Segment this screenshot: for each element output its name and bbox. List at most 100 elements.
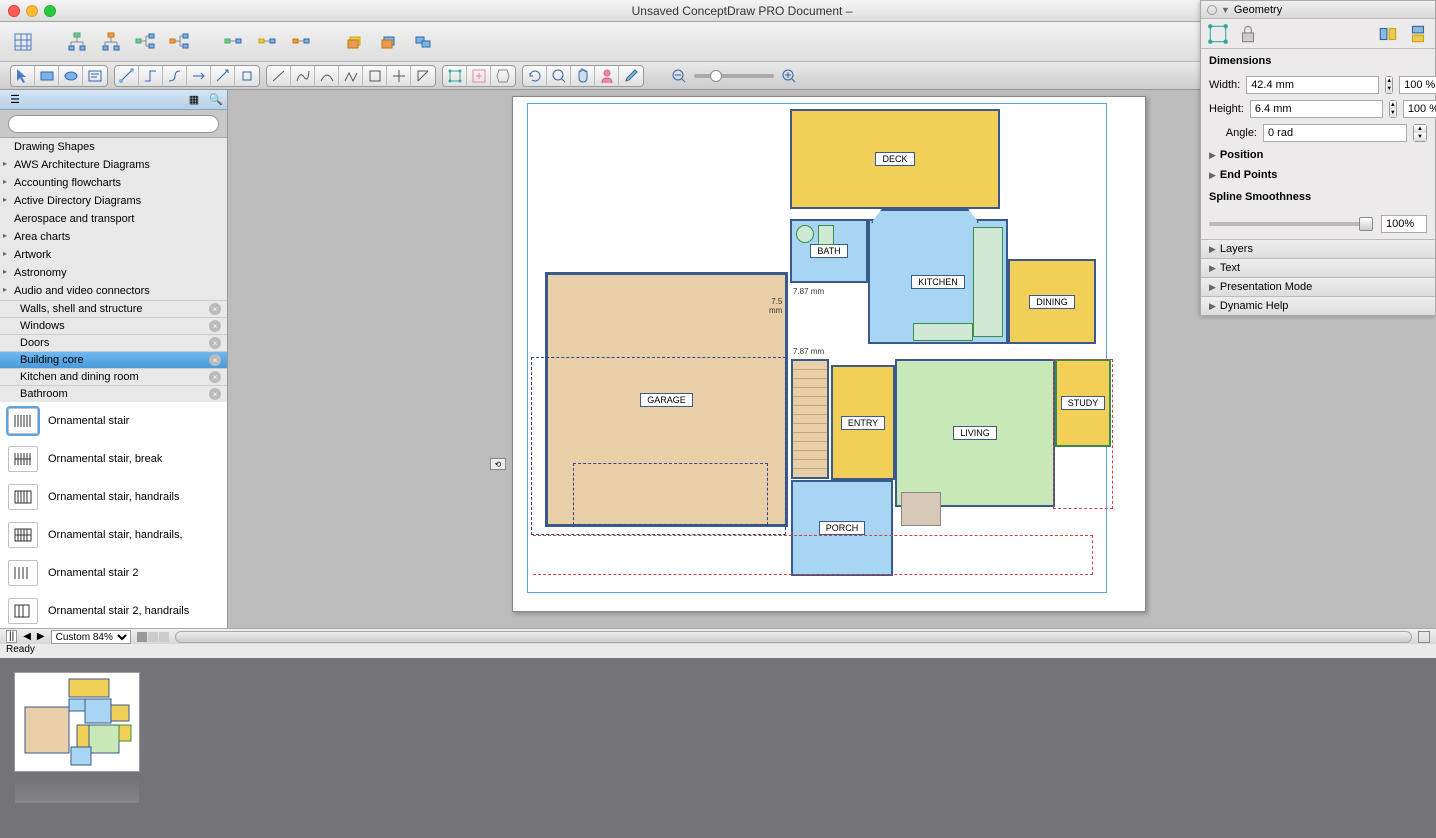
page-nav[interactable]: || bbox=[6, 630, 17, 643]
width-input[interactable] bbox=[1246, 76, 1379, 94]
category-item[interactable]: Active Directory Diagrams bbox=[0, 192, 227, 210]
tab-list-icon[interactable]: ☰ bbox=[4, 91, 26, 109]
line-4[interactable] bbox=[339, 66, 363, 86]
person-tool[interactable] bbox=[595, 66, 619, 86]
edit-1[interactable] bbox=[443, 66, 467, 86]
connector-1[interactable] bbox=[115, 66, 139, 86]
stencil-item[interactable]: Bathroom× bbox=[0, 385, 227, 402]
page-prev[interactable]: ◀ bbox=[23, 631, 31, 642]
footer-presentation[interactable]: ▶Presentation Mode bbox=[1201, 277, 1435, 296]
line-6[interactable] bbox=[387, 66, 411, 86]
footer-text[interactable]: ▶Text bbox=[1201, 258, 1435, 277]
connector-3[interactable] bbox=[163, 66, 187, 86]
hscrollbar[interactable] bbox=[175, 631, 1412, 643]
inspector-title[interactable]: ▼Geometry bbox=[1201, 1, 1435, 19]
room-deck[interactable]: DECK bbox=[790, 109, 1000, 209]
grid-button[interactable] bbox=[10, 29, 36, 55]
room-entry[interactable]: ENTRY bbox=[831, 365, 895, 480]
close-icon[interactable]: × bbox=[209, 303, 221, 315]
fit-button[interactable] bbox=[1418, 631, 1430, 643]
chain-button-2[interactable] bbox=[254, 29, 280, 55]
rect-tool[interactable] bbox=[35, 66, 59, 86]
category-item[interactable]: Astronomy bbox=[0, 264, 227, 282]
search-input[interactable] bbox=[8, 115, 219, 133]
page-handle[interactable]: ⟲ bbox=[490, 458, 506, 470]
text-tool[interactable] bbox=[83, 66, 107, 86]
zoom-tool[interactable] bbox=[547, 66, 571, 86]
tree-button-2[interactable] bbox=[98, 29, 124, 55]
tab-grid-icon[interactable]: ▦ bbox=[183, 91, 205, 109]
pin-icon[interactable] bbox=[1207, 5, 1217, 15]
bounds-icon[interactable] bbox=[1207, 23, 1229, 45]
view-mode-2[interactable] bbox=[148, 632, 158, 642]
minimize-icon[interactable] bbox=[26, 5, 38, 17]
zoom-select[interactable]: Custom 84% bbox=[51, 630, 131, 644]
layer-button-3[interactable] bbox=[410, 29, 436, 55]
category-item[interactable]: Drawing Shapes bbox=[0, 138, 227, 156]
edit-2[interactable] bbox=[467, 66, 491, 86]
view-mode-1[interactable] bbox=[137, 632, 147, 642]
line-7[interactable] bbox=[411, 66, 435, 86]
dropper-tool[interactable] bbox=[619, 66, 643, 86]
drawing-canvas[interactable]: DECK BATH KITCHEN DINING GARAGE ENTRY bbox=[512, 96, 1146, 612]
stencil-item[interactable]: Doors× bbox=[0, 334, 227, 351]
chain-button-1[interactable] bbox=[220, 29, 246, 55]
lock-icon[interactable] bbox=[1237, 23, 1259, 45]
category-item[interactable]: Accounting flowcharts bbox=[0, 174, 227, 192]
close-icon[interactable]: × bbox=[209, 371, 221, 383]
angle-input[interactable] bbox=[1263, 124, 1407, 142]
disclosure-icon[interactable]: ▼ bbox=[1221, 5, 1230, 15]
connector-4[interactable] bbox=[187, 66, 211, 86]
shape-item[interactable]: Ornamental stair 2, handrails bbox=[0, 592, 227, 628]
chain-button-3[interactable] bbox=[288, 29, 314, 55]
close-icon[interactable]: × bbox=[209, 320, 221, 332]
spline-thumb[interactable] bbox=[1359, 217, 1373, 231]
edit-3[interactable] bbox=[491, 66, 515, 86]
endpoints-section[interactable]: ▶End Points bbox=[1201, 165, 1435, 185]
layer-button-1[interactable] bbox=[342, 29, 368, 55]
close-icon[interactable]: × bbox=[209, 337, 221, 349]
connector-2[interactable] bbox=[139, 66, 163, 86]
page-thumbnail[interactable] bbox=[14, 672, 140, 772]
zoom-in-icon[interactable] bbox=[780, 67, 798, 85]
height-percent[interactable] bbox=[1403, 100, 1436, 118]
tree-button-4[interactable] bbox=[166, 29, 192, 55]
line-2[interactable] bbox=[291, 66, 315, 86]
tree-button-1[interactable] bbox=[64, 29, 90, 55]
category-item[interactable]: Area charts bbox=[0, 228, 227, 246]
line-3[interactable] bbox=[315, 66, 339, 86]
category-item[interactable]: Audio and video connectors bbox=[0, 282, 227, 300]
pointer-tool[interactable] bbox=[11, 66, 35, 86]
layer-button-2[interactable] bbox=[376, 29, 402, 55]
close-icon[interactable] bbox=[8, 5, 20, 17]
zoom-out-icon[interactable] bbox=[670, 67, 688, 85]
shape-item[interactable]: Ornamental stair bbox=[0, 402, 227, 440]
refresh-tool[interactable] bbox=[523, 66, 547, 86]
zoom-track[interactable] bbox=[694, 74, 774, 78]
zoom-thumb[interactable] bbox=[710, 70, 722, 82]
shape-item[interactable]: Ornamental stair 2 bbox=[0, 554, 227, 592]
width-stepper[interactable]: ▲▼ bbox=[1385, 76, 1393, 94]
close-icon[interactable]: × bbox=[209, 388, 221, 400]
room-dining[interactable]: DINING bbox=[1008, 259, 1096, 344]
room-living[interactable]: LIVING bbox=[895, 359, 1055, 507]
spline-slider[interactable] bbox=[1209, 222, 1373, 226]
flip-h-icon[interactable] bbox=[1377, 23, 1399, 45]
view-mode-3[interactable] bbox=[159, 632, 169, 642]
category-item[interactable]: Aerospace and transport bbox=[0, 210, 227, 228]
connector-6[interactable] bbox=[235, 66, 259, 86]
tab-search-icon[interactable]: 🔍 bbox=[205, 91, 227, 109]
shape-item[interactable]: Ornamental stair, handrails, bbox=[0, 516, 227, 554]
page-next[interactable]: ▶ bbox=[37, 631, 45, 642]
line-1[interactable] bbox=[267, 66, 291, 86]
zoom-icon[interactable] bbox=[44, 5, 56, 17]
flip-v-icon[interactable] bbox=[1407, 23, 1429, 45]
tree-button-3[interactable] bbox=[132, 29, 158, 55]
stencil-item[interactable]: Windows× bbox=[0, 317, 227, 334]
height-stepper[interactable]: ▲▼ bbox=[1389, 100, 1397, 118]
width-percent[interactable] bbox=[1399, 76, 1436, 94]
line-5[interactable] bbox=[363, 66, 387, 86]
stencil-item[interactable]: Walls, shell and structure× bbox=[0, 300, 227, 317]
position-section[interactable]: ▶Position bbox=[1201, 145, 1435, 165]
close-icon[interactable]: × bbox=[209, 354, 221, 366]
